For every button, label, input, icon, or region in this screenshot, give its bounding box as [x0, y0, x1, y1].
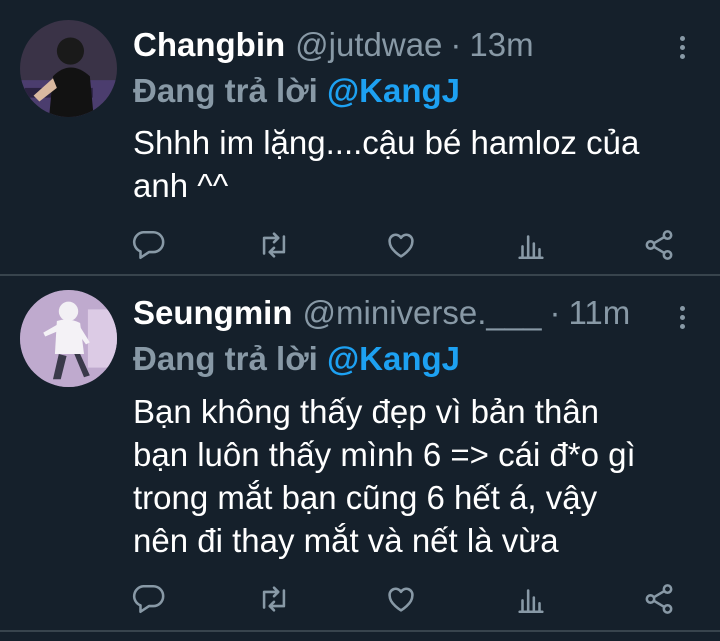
reply-context: Đang trả lời @KangJ: [133, 340, 460, 378]
tweet-text-line: trong mắt bạn cũng 6 hết á, vậy: [133, 479, 598, 516]
tweet-text-line: nên đi thay mắt và nết là vừa: [133, 522, 559, 559]
retweet-icon[interactable]: [257, 228, 291, 262]
like-icon[interactable]: [384, 228, 418, 262]
tweet-text: Bạn không thấy đẹp vì bản thân bạn luôn …: [133, 390, 703, 562]
tweet[interactable]: Changbin @jutdwae · 13m Đang trả lời @Ka…: [0, 0, 720, 274]
share-icon[interactable]: [642, 582, 676, 616]
retweet-icon[interactable]: [257, 582, 291, 616]
reply-mention-link[interactable]: @KangJ: [327, 72, 460, 109]
tweet[interactable]: Seungmin @miniverse.___ · 11m Đang trả l…: [0, 276, 720, 630]
user-handle[interactable]: @jutdwae: [295, 26, 442, 64]
stats-icon[interactable]: [514, 582, 548, 616]
reply-context: Đang trả lời @KangJ: [133, 72, 460, 110]
reply-prefix: Đang trả lời: [133, 340, 318, 377]
tweet-text-line: Bạn không thấy đẹp vì bản thân: [133, 393, 600, 430]
share-icon[interactable]: [642, 228, 676, 262]
stats-icon[interactable]: [514, 228, 548, 262]
action-bar: [0, 582, 720, 618]
reply-prefix: Đang trả lời: [133, 72, 318, 109]
tweet-text-line: Shhh im lặng....cậu bé hamloz của: [133, 124, 640, 161]
reply-icon[interactable]: [132, 228, 166, 262]
reply-mention-link[interactable]: @KangJ: [327, 340, 460, 377]
action-bar: [0, 228, 720, 264]
separator-dot: ·: [450, 26, 462, 63]
more-icon[interactable]: [680, 36, 686, 63]
like-icon[interactable]: [384, 582, 418, 616]
tweet-text-line: anh ^^: [133, 167, 229, 204]
display-name[interactable]: Seungmin: [133, 294, 293, 332]
user-handle[interactable]: @miniverse.___: [303, 294, 542, 332]
more-icon[interactable]: [680, 306, 686, 333]
tweet-text-line: bạn luôn thấy mình 6 => cái đ*o gì: [133, 436, 636, 473]
display-name[interactable]: Changbin: [133, 26, 285, 64]
separator-dot: ·: [549, 294, 561, 331]
avatar[interactable]: [20, 290, 117, 387]
tweet-text: Shhh im lặng....cậu bé hamloz của anh ^^: [133, 121, 703, 207]
reply-icon[interactable]: [132, 582, 166, 616]
timestamp[interactable]: 13m: [469, 26, 533, 64]
divider: [0, 630, 720, 632]
avatar[interactable]: [20, 20, 117, 117]
timestamp[interactable]: 11m: [568, 294, 630, 332]
